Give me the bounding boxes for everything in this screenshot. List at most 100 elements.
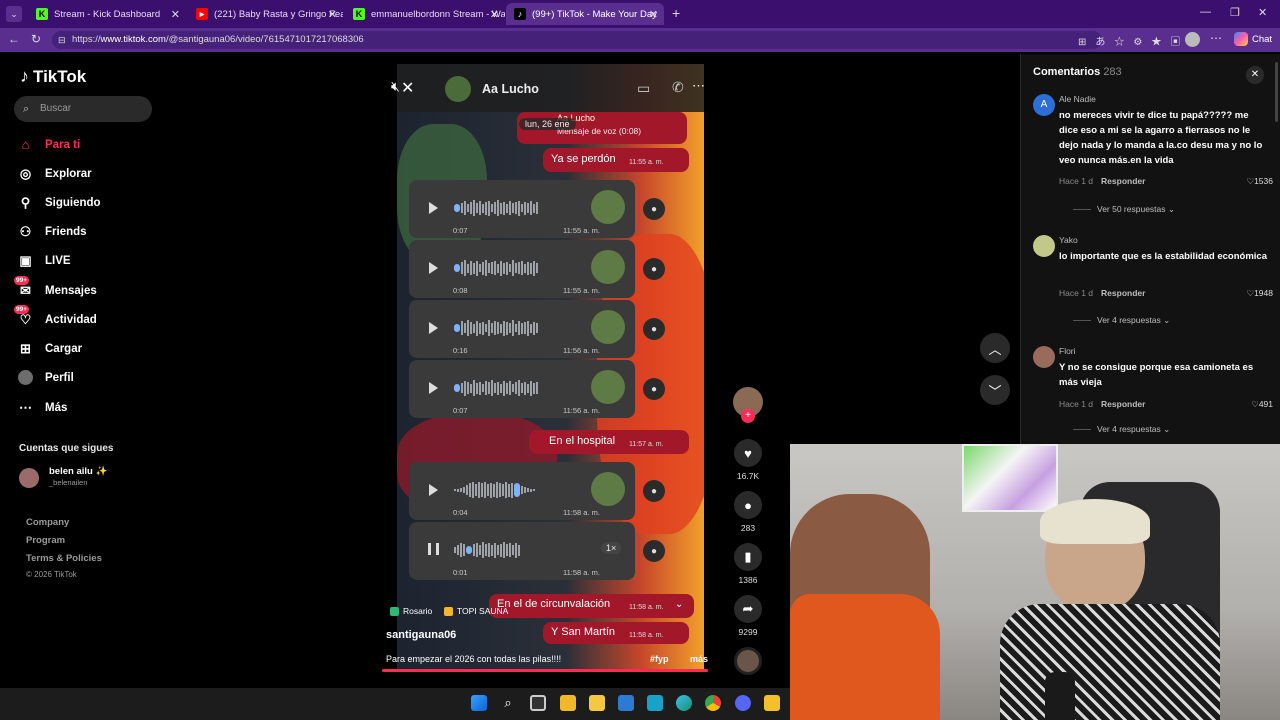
share-button[interactable]: ➦ 9299 — [732, 595, 764, 637]
back-icon[interactable]: ← — [8, 32, 20, 46]
previous-video-button[interactable]: ︿ — [980, 333, 1010, 363]
tab-actions-icon[interactable]: ⌄ — [6, 6, 22, 22]
site-info-icon[interactable]: ⊟ — [58, 31, 66, 49]
heart-icon: ♥ — [734, 439, 762, 467]
extensions-icon[interactable]: ⚙ — [1133, 37, 1151, 48]
save-button[interactable]: ▮ 1386 — [732, 543, 764, 585]
url-field[interactable]: ⊟ https://www.tiktok.com/@santigauna06/v… — [52, 31, 1102, 49]
hashtag-link[interactable]: #fyp — [650, 654, 669, 664]
file-explorer-icon[interactable] — [560, 695, 576, 711]
reply-button[interactable]: Responder — [1101, 399, 1145, 409]
restore-icon[interactable]: ❐ — [1230, 6, 1240, 19]
comment-username[interactable]: Yako — [1059, 235, 1078, 245]
copilot-chat-button[interactable]: Chat — [1234, 32, 1272, 46]
footer-link-company[interactable]: Company — [26, 517, 69, 528]
sidebar-item-mensajes[interactable]: ✉ 99+ Mensajes — [14, 276, 97, 298]
apps-icon[interactable]: ⊞ — [1078, 37, 1095, 48]
sidebar-item-explorar[interactable]: ◎ Explorar — [18, 166, 92, 181]
avatar[interactable]: A — [1033, 94, 1055, 116]
new-tab-icon[interactable]: + — [672, 5, 680, 21]
more-options-icon[interactable]: ⋯ — [692, 78, 705, 94]
url-prefix: https:// — [72, 34, 101, 45]
search-icon[interactable]: ⌕ — [500, 695, 516, 711]
favorite-icon[interactable]: ☆ — [1114, 37, 1133, 48]
view-replies-label: Ver 4 respuestas — [1097, 315, 1161, 325]
comments-scrollbar[interactable] — [1275, 62, 1278, 122]
reply-button[interactable]: Responder — [1101, 176, 1145, 186]
menu-icon[interactable]: ⋯ — [1210, 31, 1222, 45]
comment-username[interactable]: Flori — [1059, 346, 1076, 356]
location-tag[interactable]: Rosario — [390, 606, 432, 616]
view-replies-button[interactable]: Ver 4 respuestas ⌄ — [1073, 424, 1170, 435]
comment-like-button[interactable]: ♡491 — [1251, 399, 1273, 410]
volume-icon[interactable]: 🔇︎ — [391, 78, 400, 95]
video-author[interactable]: santigauna06 — [386, 629, 456, 641]
reload-icon[interactable]: ↻ — [31, 32, 41, 46]
url-path: /@santigauna06/video/7615471017217068306 — [165, 34, 364, 45]
store-icon[interactable] — [618, 695, 634, 711]
sidebar-item-friends[interactable]: ⚇ Friends — [18, 224, 87, 239]
search-input[interactable]: ⌕ Buscar — [14, 96, 152, 122]
folder-icon[interactable] — [589, 695, 605, 711]
person-left-shirt — [790, 594, 940, 720]
profile-avatar[interactable] — [1185, 32, 1200, 47]
comment-like-button[interactable]: ♡1536 — [1246, 176, 1273, 187]
reply-button[interactable]: Responder — [1101, 288, 1145, 298]
comment-icon: ● — [734, 491, 762, 519]
comment-button[interactable]: ● 283 — [732, 491, 764, 533]
video-progress-bar[interactable] — [382, 669, 708, 672]
like-button[interactable]: ♥ 16.7K — [732, 439, 764, 481]
avatar[interactable] — [1033, 346, 1055, 368]
next-video-button[interactable]: ﹀ — [980, 375, 1010, 405]
app-icon[interactable] — [764, 695, 780, 711]
browser-tab-youtube[interactable]: ▶ (221) Baby Rasta y Gringo Feat Fa ✕ — [188, 3, 343, 25]
browser-tab-kick-dashboard[interactable]: K Stream - Kick Dashboard ✕ — [28, 3, 186, 25]
voice-note: 1× 0:01 11:58 a. m. — [409, 522, 635, 580]
close-comments-button[interactable]: ✕ — [1246, 66, 1264, 84]
comment-meta: Hace 1 d Responder ♡491 — [1059, 399, 1273, 409]
sidebar-item-actividad[interactable]: ♡ 99+ Actividad — [14, 305, 97, 327]
video-player[interactable]: ✕ Aa Lucho ▭ ✆ Aa Lucho Mensaje de voz (… — [397, 64, 704, 670]
sidebar-item-cargar[interactable]: ⊞ Cargar — [18, 341, 82, 356]
microphone-icon: ● — [643, 480, 665, 502]
chrome-icon[interactable] — [705, 695, 721, 711]
discord-icon[interactable] — [735, 695, 751, 711]
task-view-icon[interactable] — [530, 695, 546, 711]
creator-avatar-button[interactable]: + — [732, 387, 764, 423]
avatar[interactable] — [1033, 235, 1055, 257]
tiktok-logo[interactable]: ♪ TikTok — [20, 66, 86, 87]
browser-tab-kick-stream[interactable]: K emmanuelbordonn Stream - Watc ✕ — [345, 3, 505, 25]
following-account[interactable]: belen ailu ✨ _belenailen — [19, 466, 149, 490]
follow-plus-icon[interactable]: + — [741, 409, 755, 423]
footer-link-program[interactable]: Program — [26, 535, 65, 546]
vpn-icon[interactable] — [647, 695, 663, 711]
sidebar-item-label: Explorar — [45, 167, 92, 180]
close-tab-icon[interactable]: ✕ — [649, 8, 658, 21]
webcam-overlay — [790, 444, 1280, 720]
sidebar-item-perfil[interactable]: Perfil — [18, 370, 74, 385]
minimize-icon[interactable]: — — [1200, 6, 1211, 18]
sidebar-item-mas[interactable]: ⋯ Más — [18, 400, 67, 415]
close-window-icon[interactable]: ✕ — [1258, 6, 1267, 19]
view-replies-button[interactable]: Ver 50 respuestas ⌄ — [1073, 204, 1175, 215]
close-tab-icon[interactable]: ✕ — [490, 8, 499, 21]
translate-icon[interactable]: あ — [1095, 37, 1114, 48]
comment-like-button[interactable]: ♡1948 — [1246, 288, 1273, 299]
sidebar-item-siguiendo[interactable]: ⚲ Siguiendo — [18, 195, 101, 210]
edge-icon[interactable] — [676, 695, 692, 711]
view-replies-button[interactable]: Ver 4 respuestas ⌄ — [1073, 315, 1170, 326]
sidebar-item-para-ti[interactable]: ⌂ Para ti — [18, 137, 81, 152]
more-link[interactable]: más — [690, 654, 708, 664]
browser-tab-tiktok[interactable]: ♪ (99+) TikTok - Make Your Day ✕ — [506, 3, 664, 25]
like-count: 16.7K — [736, 471, 760, 481]
windows-start-icon[interactable] — [471, 695, 487, 711]
close-tab-icon[interactable]: ✕ — [328, 8, 337, 21]
footer-link-terms[interactable]: Terms & Policies — [26, 553, 102, 564]
business-tag[interactable]: TOPI SAUNA — [444, 606, 508, 616]
message-time: 11:58 a. m. — [629, 632, 664, 639]
music-disc[interactable] — [732, 647, 764, 675]
sidebar-item-live[interactable]: ▣ LIVE — [18, 253, 70, 268]
close-tab-icon[interactable]: ✕ — [171, 8, 180, 21]
favorites-icon[interactable]: ★ — [1151, 37, 1170, 48]
comment-username[interactable]: Ale Nadie — [1059, 94, 1096, 104]
